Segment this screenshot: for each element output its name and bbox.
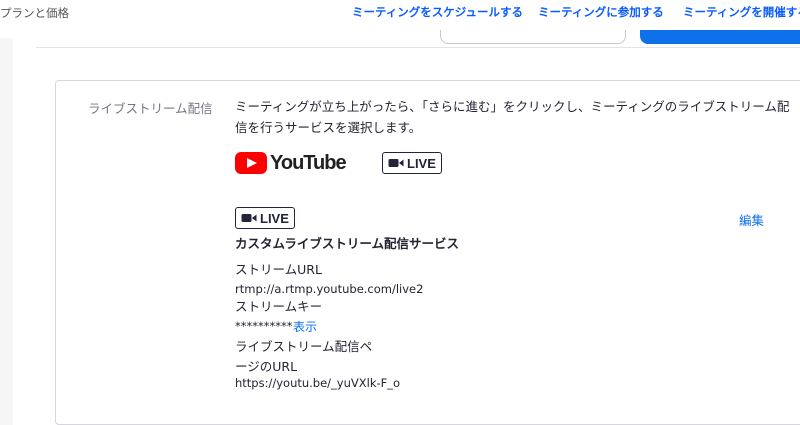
video-camera-icon (388, 159, 404, 167)
youtube-option[interactable]: YouTube (235, 151, 347, 174)
nav-join-meeting[interactable]: ミーティングに参加する (538, 4, 664, 20)
stream-key-label: ストリームキー (235, 299, 323, 314)
livestream-description: ミーティングが立ち上がったら、「さらに進む」をクリックし、ミーティングのライブス… (235, 99, 790, 135)
custom-live-option[interactable]: LIVE (382, 152, 442, 174)
live-badge-label: LIVE (260, 210, 289, 226)
plans-pricing-link[interactable]: プランと価格 (0, 5, 69, 21)
page-url-label-cont: ージのURL (235, 359, 298, 374)
cancel-button-partial[interactable] (440, 30, 626, 44)
left-gutter (0, 38, 13, 425)
video-camera-icon (241, 214, 257, 222)
page-url-label: ライブストリーム配信ペ (235, 339, 373, 354)
stream-url-label: ストリームURL (235, 262, 322, 277)
save-button-partial[interactable] (640, 30, 800, 44)
stream-key-value: ********** (235, 319, 293, 333)
page-url-value: https://youtu.be/_yuVXlk-F_o (235, 376, 401, 390)
custom-live-badge: LIVE (235, 207, 295, 229)
edit-link[interactable]: 編集 (739, 210, 764, 229)
custom-service-title: カスタムライブストリーム配信サービス (235, 236, 460, 251)
nav-schedule-meeting[interactable]: ミーティングをスケジュールする (352, 4, 523, 20)
stream-url-value: rtmp://a.rtmp.youtube.com/live2 (235, 282, 424, 296)
livestream-section-label: ライブストリーム配信 (88, 101, 213, 116)
section-divider (36, 47, 800, 48)
show-key-link[interactable]: 表示 (293, 318, 317, 335)
youtube-play-icon (235, 152, 267, 174)
youtube-wordmark: YouTube (270, 151, 347, 174)
nav-host-meeting[interactable]: ミーティングを開催する (683, 4, 800, 20)
live-label: LIVE (407, 155, 436, 171)
